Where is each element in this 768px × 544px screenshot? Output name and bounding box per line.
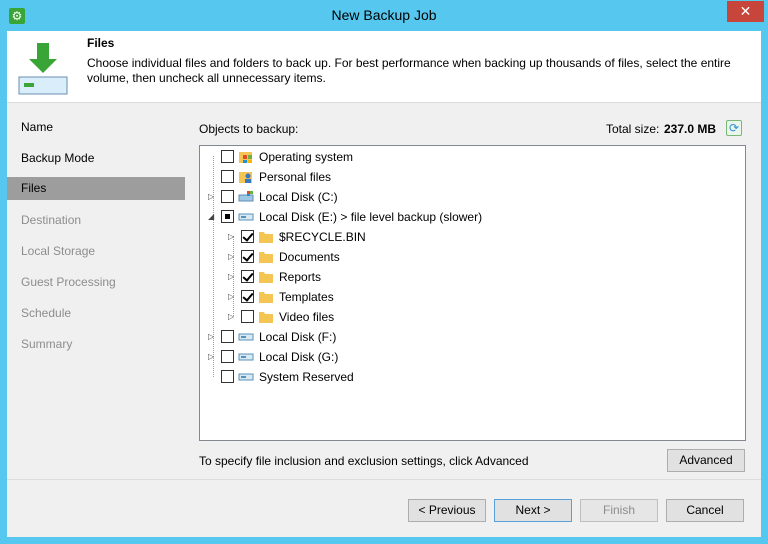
tree-row[interactable]: ◢ Local Disk (E:) > file level backup (sl…: [200, 207, 740, 227]
step-local-storage: Local Storage: [21, 244, 96, 258]
previous-button[interactable]: < Previous: [408, 499, 486, 522]
backup-download-icon: [18, 43, 68, 95]
finish-button: Finish: [580, 499, 658, 522]
collapsed-arrow-icon[interactable]: ▷: [228, 312, 237, 321]
step-header: Files Choose individual files and folder…: [7, 31, 761, 103]
tree-node-label[interactable]: Operating system: [259, 150, 353, 164]
tree-checkbox[interactable]: [221, 350, 234, 363]
expanded-arrow-icon[interactable]: ◢: [208, 212, 217, 221]
tree-checkbox[interactable]: [241, 270, 254, 283]
objects-label: Objects to backup:: [199, 122, 299, 136]
folder-icon: [258, 310, 274, 324]
tree-node-label[interactable]: Video files: [279, 310, 334, 324]
tree-checkbox[interactable]: [221, 330, 234, 343]
total-size-value: 237.0 MB: [664, 122, 717, 136]
window-title: New Backup Job: [331, 7, 437, 23]
objects-tree[interactable]: Operating system Personal files ▷ Local Dis…: [199, 145, 746, 441]
wizard-steps: Name Backup Mode Files Destination Local…: [7, 109, 185, 459]
tree-row[interactable]: ▷ Reports: [200, 267, 740, 287]
step-description: Choose individual files and folders to b…: [87, 56, 731, 85]
tree-node-label[interactable]: Local Disk (C:): [259, 190, 338, 204]
collapsed-arrow-icon[interactable]: ▷: [228, 252, 237, 261]
next-button[interactable]: Next >: [494, 499, 572, 522]
tree-node-label[interactable]: Personal files: [259, 170, 331, 184]
tree-checkbox[interactable]: [221, 150, 234, 163]
tree-row[interactable]: ▷ Local Disk (G:): [200, 347, 740, 367]
folder-icon: [258, 270, 274, 284]
tree-row[interactable]: Operating system: [200, 147, 740, 167]
disk-icon: [238, 210, 254, 224]
collapsed-arrow-icon[interactable]: ▷: [208, 192, 217, 201]
tree-checkbox[interactable]: [221, 210, 234, 223]
dialog-body: Files Choose individual files and folder…: [7, 31, 761, 537]
tree-row[interactable]: ▷ $RECYCLE.BIN: [200, 227, 740, 247]
step-summary: Summary: [21, 337, 73, 351]
disk-icon: [238, 370, 254, 384]
collapsed-arrow-icon[interactable]: ▷: [208, 352, 217, 361]
system-disk-icon: [238, 190, 254, 204]
collapsed-arrow-icon[interactable]: ▷: [228, 272, 237, 281]
tree-checkbox[interactable]: [221, 370, 234, 383]
advanced-hint: To specify file inclusion and exclusion …: [199, 454, 529, 468]
collapsed-arrow-icon[interactable]: ▷: [228, 232, 237, 241]
step-name[interactable]: Name: [7, 116, 185, 139]
refresh-icon[interactable]: ⟳: [726, 120, 742, 136]
tree-row[interactable]: ▷ Local Disk (C:): [200, 187, 740, 207]
disk-icon: [238, 350, 254, 364]
tree-node-label[interactable]: Reports: [279, 270, 321, 284]
tree-checkbox[interactable]: [221, 170, 234, 183]
tree-node-label[interactable]: Local Disk (G:): [259, 350, 338, 364]
advanced-button[interactable]: Advanced: [667, 449, 745, 472]
disk-icon: [238, 330, 254, 344]
tree-node-label[interactable]: Local Disk (F:): [259, 330, 336, 344]
tree-node-label[interactable]: Local Disk (E:) > file level backup (slo…: [259, 210, 482, 224]
folder-icon: [258, 290, 274, 304]
title-bar[interactable]: ⚙ New Backup Job ✕: [0, 0, 768, 31]
tree-row[interactable]: ▷ Templates: [200, 287, 740, 307]
tree-checkbox[interactable]: [241, 230, 254, 243]
tree-checkbox[interactable]: [241, 310, 254, 323]
cancel-button[interactable]: Cancel: [666, 499, 744, 522]
os-icon: [238, 150, 254, 164]
step-title: Files: [87, 36, 115, 50]
footer-divider: [7, 479, 761, 480]
tree-node-label[interactable]: Templates: [279, 290, 334, 304]
tree-checkbox[interactable]: [241, 290, 254, 303]
close-button[interactable]: ✕: [727, 1, 764, 22]
tree-checkbox[interactable]: [241, 250, 254, 263]
tree-checkbox[interactable]: [221, 190, 234, 203]
collapsed-arrow-icon[interactable]: ▷: [208, 332, 217, 341]
folder-icon: [258, 230, 274, 244]
tree-row[interactable]: ▷ Local Disk (F:): [200, 327, 740, 347]
tree-row[interactable]: ▷ Documents: [200, 247, 740, 267]
user-folder-icon: [238, 170, 254, 184]
tree-row[interactable]: ▷ Video files: [200, 307, 740, 327]
tree-node-label[interactable]: Documents: [279, 250, 340, 264]
step-schedule: Schedule: [21, 306, 72, 320]
step-files[interactable]: Files: [7, 177, 185, 200]
step-destination: Destination: [21, 213, 82, 227]
dialog-window: ⚙ New Backup Job ✕ Files Choose individu…: [0, 0, 768, 544]
collapsed-arrow-icon[interactable]: ▷: [228, 292, 237, 301]
tree-row[interactable]: Personal files: [200, 167, 740, 187]
step-backup-mode[interactable]: Backup Mode: [7, 147, 185, 170]
tree-node-label[interactable]: System Reserved: [259, 370, 354, 384]
folder-icon: [258, 250, 274, 264]
tree-row[interactable]: System Reserved: [200, 367, 740, 387]
total-size-label: Total size:: [606, 122, 660, 136]
step-guest-processing: Guest Processing: [21, 275, 116, 289]
tree-node-label[interactable]: $RECYCLE.BIN: [279, 230, 366, 244]
